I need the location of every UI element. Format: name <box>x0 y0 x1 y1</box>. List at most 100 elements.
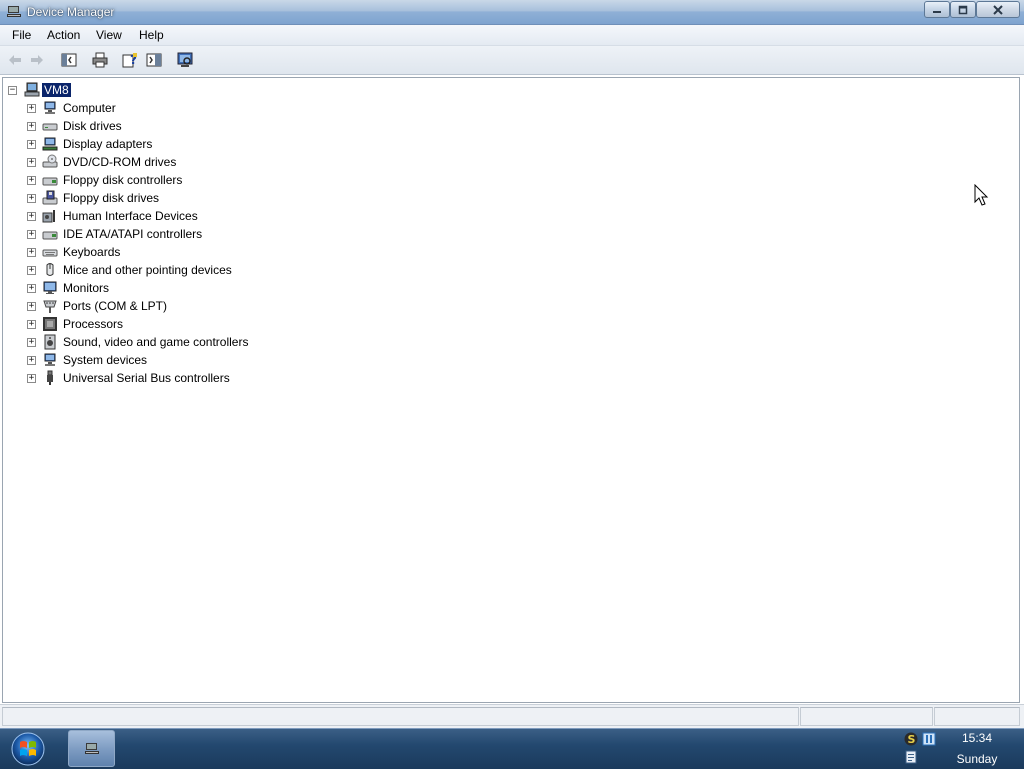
expand-toggle[interactable]: + <box>27 212 36 221</box>
tree-node[interactable]: + Disk drives <box>3 117 303 135</box>
expand-toggle[interactable]: + <box>27 248 36 257</box>
show-hide-console-tree-icon[interactable] <box>61 52 77 68</box>
tree-node-label[interactable]: Disk drives <box>63 119 122 133</box>
tree-node[interactable]: + System devices <box>3 351 303 369</box>
system-device-icon <box>44 353 56 366</box>
back-arrow-icon[interactable] <box>7 52 23 68</box>
menu-action[interactable]: Action <box>47 28 80 42</box>
start-button-icon[interactable] <box>8 731 48 767</box>
menu-file[interactable]: File <box>12 28 31 42</box>
tree-node[interactable]: + Computer <box>3 99 303 117</box>
tray-s-icon[interactable]: S <box>904 732 918 746</box>
tray-notes-icon[interactable] <box>904 750 918 764</box>
usb-icon <box>47 370 53 385</box>
tree-node[interactable]: + Keyboards <box>3 243 303 261</box>
tree-node[interactable]: + Ports (COM & LPT) <box>3 297 303 315</box>
status-segment-2 <box>800 707 933 726</box>
tree-node[interactable]: + Sound, video and game controllers <box>3 333 303 351</box>
tree-node[interactable]: + Processors <box>3 315 303 333</box>
scan-hardware-icon[interactable] <box>177 52 193 68</box>
status-segment-3 <box>934 707 1020 726</box>
tree-node-label[interactable]: System devices <box>63 353 147 367</box>
dvd-drive-icon <box>42 154 58 168</box>
menu-view[interactable]: View <box>96 28 122 42</box>
status-segment-main <box>2 707 799 726</box>
print-icon[interactable] <box>92 52 108 68</box>
window-controls <box>924 1 1020 19</box>
svg-text:S: S <box>908 733 916 746</box>
expand-toggle[interactable]: + <box>27 302 36 311</box>
help-icon[interactable]: ? <box>122 52 138 68</box>
computer-icon <box>44 101 56 114</box>
tree-node[interactable]: + Floppy disk controllers <box>3 171 303 189</box>
menu-bar: File Action View Help <box>0 25 1024 46</box>
menu-help[interactable]: Help <box>139 28 164 42</box>
tree-root-node[interactable]: − VM8 <box>3 81 203 99</box>
expand-toggle[interactable]: + <box>27 104 36 113</box>
tree-node[interactable]: + Universal Serial Bus controllers <box>3 369 303 387</box>
window-title: Device Manager <box>27 5 115 19</box>
tree-node[interactable]: + Human Interface Devices <box>3 207 303 225</box>
device-manager-window: Device Manager File Action View Help ? −… <box>0 0 1024 728</box>
tree-node[interactable]: + Floppy disk drives <box>3 189 303 207</box>
tree-node[interactable]: + Mice and other pointing devices <box>3 261 303 279</box>
tree-node-label[interactable]: Display adapters <box>63 137 152 151</box>
title-bar[interactable]: Device Manager <box>0 0 1024 25</box>
tree-node[interactable]: + Display adapters <box>3 135 303 153</box>
expand-toggle[interactable]: + <box>27 176 36 185</box>
minimize-icon <box>933 10 941 13</box>
expand-toggle[interactable]: + <box>27 356 36 365</box>
processor-icon <box>43 317 57 331</box>
expand-toggle[interactable]: + <box>27 266 36 275</box>
tree-node-label[interactable]: Mice and other pointing devices <box>63 263 232 277</box>
maximize-icon <box>958 5 968 14</box>
expand-toggle[interactable]: + <box>27 320 36 329</box>
expand-toggle[interactable]: + <box>27 140 36 149</box>
computer-root-icon <box>24 82 40 97</box>
expand-toggle[interactable]: + <box>27 230 36 239</box>
close-button[interactable] <box>976 1 1020 18</box>
collapse-toggle[interactable]: − <box>8 86 17 95</box>
taskbar-device-manager-button[interactable] <box>68 730 115 767</box>
mouse-cursor-icon <box>974 184 989 206</box>
expand-toggle[interactable]: + <box>27 284 36 293</box>
expand-toggle[interactable]: + <box>27 158 36 167</box>
tree-node[interactable]: + IDE ATA/ATAPI controllers <box>3 225 303 243</box>
hid-icon <box>42 210 55 223</box>
tree-node[interactable]: + DVD/CD-ROM drives <box>3 153 303 171</box>
device-tree-pane[interactable]: − VM8 + Computer + Disk drives + Display adap… <box>2 77 1020 703</box>
disk-drive-icon <box>42 123 58 131</box>
tree-node-label[interactable]: Universal Serial Bus controllers <box>63 371 230 385</box>
expand-toggle[interactable]: + <box>27 338 36 347</box>
close-icon <box>993 4 1003 15</box>
floppy-drive-icon <box>42 190 58 205</box>
expand-toggle[interactable]: + <box>27 122 36 131</box>
properties-icon[interactable] <box>146 52 162 68</box>
forward-arrow-icon[interactable] <box>29 52 45 68</box>
tree-node-label[interactable]: Computer <box>63 101 116 115</box>
tree-node-label[interactable]: Monitors <box>63 281 109 295</box>
tree-node[interactable]: + Monitors <box>3 279 303 297</box>
taskbar: S 15:34 Sunday <box>0 728 1024 769</box>
port-icon <box>43 300 57 313</box>
tree-node-label[interactable]: Keyboards <box>63 245 120 259</box>
tree-node-label[interactable]: Floppy disk controllers <box>63 173 182 187</box>
tree-node-label[interactable]: Human Interface Devices <box>63 209 198 223</box>
tree-node-label[interactable]: Ports (COM & LPT) <box>63 299 167 313</box>
expand-toggle[interactable]: + <box>27 194 36 203</box>
tree-node-label[interactable]: DVD/CD-ROM drives <box>63 155 176 169</box>
tree-node-label[interactable]: Floppy disk drives <box>63 191 159 205</box>
toolbar: ? <box>0 46 1024 75</box>
ide-controller-icon <box>42 231 58 240</box>
tray-network-icon[interactable] <box>922 732 936 746</box>
maximize-button[interactable] <box>950 1 976 18</box>
monitor-icon <box>43 281 57 294</box>
expand-toggle[interactable]: + <box>27 374 36 383</box>
tree-node-label[interactable]: IDE ATA/ATAPI controllers <box>63 227 202 241</box>
tree-root-label[interactable]: VM8 <box>42 83 71 97</box>
clock-day[interactable]: Sunday <box>947 752 1007 766</box>
tree-node-label[interactable]: Processors <box>63 317 123 331</box>
tree-node-label[interactable]: Sound, video and game controllers <box>63 335 248 349</box>
minimize-button[interactable] <box>924 1 950 18</box>
clock-time[interactable]: 15:34 <box>947 731 1007 745</box>
